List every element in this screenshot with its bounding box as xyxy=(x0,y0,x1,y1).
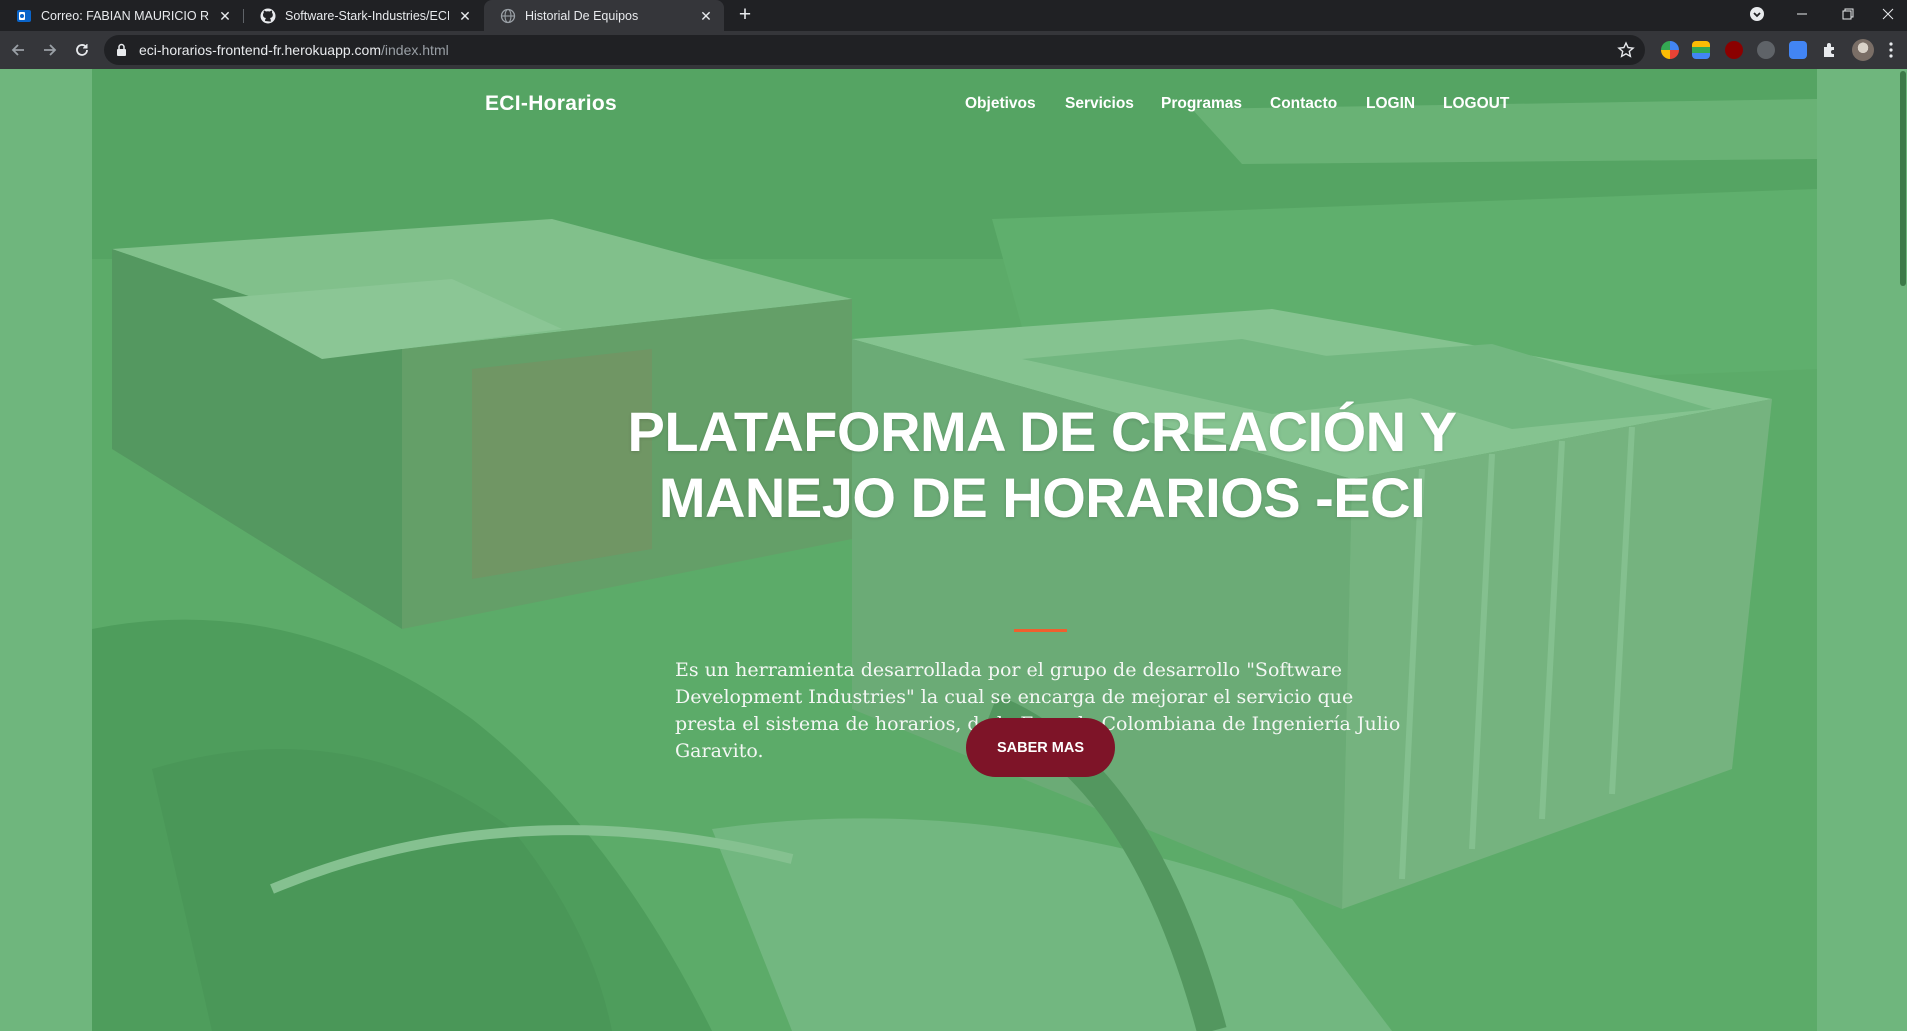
github-icon xyxy=(260,8,276,24)
close-window-button[interactable] xyxy=(1866,0,1907,28)
globe-icon xyxy=(500,8,516,24)
close-icon[interactable]: ✕ xyxy=(217,8,233,24)
nav-servicios[interactable]: Servicios xyxy=(1065,95,1134,113)
headline-divider xyxy=(1014,629,1067,632)
reload-button[interactable] xyxy=(68,36,96,64)
headline-line-2: MANEJO DE HORARIOS -ECI xyxy=(658,466,1426,529)
tab-title: Historial De Equipos xyxy=(525,8,639,23)
tab-github[interactable]: Software-Stark-Industries/ECIHO ✕ xyxy=(244,0,483,31)
reload-icon xyxy=(76,44,88,56)
browser-toolbar: eci-horarios-frontend-fr.herokuapp.com/i… xyxy=(0,31,1907,69)
minimize-button[interactable] xyxy=(1780,0,1824,28)
url-path: /index.html xyxy=(381,42,449,58)
url-text: eci-horarios-frontend-fr.herokuapp.com/i… xyxy=(139,42,449,58)
tab-outlook[interactable]: Correo: FABIAN MAURICIO RAMI ✕ xyxy=(0,0,243,31)
profile-avatar[interactable] xyxy=(1852,39,1874,61)
extensions-puzzle-icon[interactable] xyxy=(1821,41,1839,59)
more-menu-icon[interactable] xyxy=(1888,41,1894,59)
extension-incognito-icon[interactable] xyxy=(1757,41,1775,59)
tab-title: Correo: FABIAN MAURICIO RAMI xyxy=(41,8,209,23)
restore-button[interactable] xyxy=(1826,0,1870,28)
extension-translate-icon[interactable] xyxy=(1789,41,1807,59)
tab-search-icon[interactable] xyxy=(1735,0,1779,28)
headline-line-1: PLATAFORMA DE CREACIÓN Y xyxy=(627,400,1457,463)
extension-stack-icon[interactable] xyxy=(1692,41,1710,59)
bookmark-star-icon[interactable] xyxy=(1617,41,1635,64)
tab-strip: Correo: FABIAN MAURICIO RAMI ✕ Software-… xyxy=(0,0,1907,31)
nav-programas[interactable]: Programas xyxy=(1161,95,1242,113)
arrow-left-icon xyxy=(11,44,24,56)
hero-headline: PLATAFORMA DE CREACIÓN Y MANEJO DE HORAR… xyxy=(592,399,1492,531)
close-icon[interactable]: ✕ xyxy=(698,8,714,24)
hero-green-overlay xyxy=(92,69,1817,1031)
arrow-right-icon xyxy=(44,44,57,56)
lock-icon[interactable] xyxy=(116,43,127,62)
new-tab-button[interactable]: + xyxy=(733,3,757,27)
brand-logo[interactable]: ECI-Horarios xyxy=(485,92,617,116)
scrollbar-thumb[interactable] xyxy=(1900,71,1906,286)
webpage: ECI-Horarios Objetivos Servicios Program… xyxy=(0,69,1907,1031)
nav-objetivos[interactable]: Objetivos xyxy=(965,95,1036,113)
forward-button[interactable] xyxy=(36,36,64,64)
close-icon[interactable]: ✕ xyxy=(457,8,473,24)
address-bar[interactable]: eci-horarios-frontend-fr.herokuapp.com/i… xyxy=(104,35,1645,65)
tab-historial[interactable]: Historial De Equipos ✕ xyxy=(484,0,724,31)
extension-chrome-icon[interactable] xyxy=(1661,41,1679,59)
back-button[interactable] xyxy=(4,36,32,64)
nav-login[interactable]: LOGIN xyxy=(1366,95,1415,113)
nav-logout[interactable]: LOGOUT xyxy=(1443,95,1509,113)
hero-section: ECI-Horarios Objetivos Servicios Program… xyxy=(92,69,1817,1031)
saber-mas-button[interactable]: SABER MAS xyxy=(966,718,1115,777)
page-scrollbar[interactable] xyxy=(1899,69,1907,1031)
url-host: eci-horarios-frontend-fr.herokuapp.com xyxy=(139,42,382,58)
nav-contacto[interactable]: Contacto xyxy=(1270,95,1337,113)
outlook-icon xyxy=(16,8,32,24)
extension-ublock-icon[interactable] xyxy=(1725,41,1743,59)
tab-title: Software-Stark-Industries/ECIHO xyxy=(285,8,449,23)
